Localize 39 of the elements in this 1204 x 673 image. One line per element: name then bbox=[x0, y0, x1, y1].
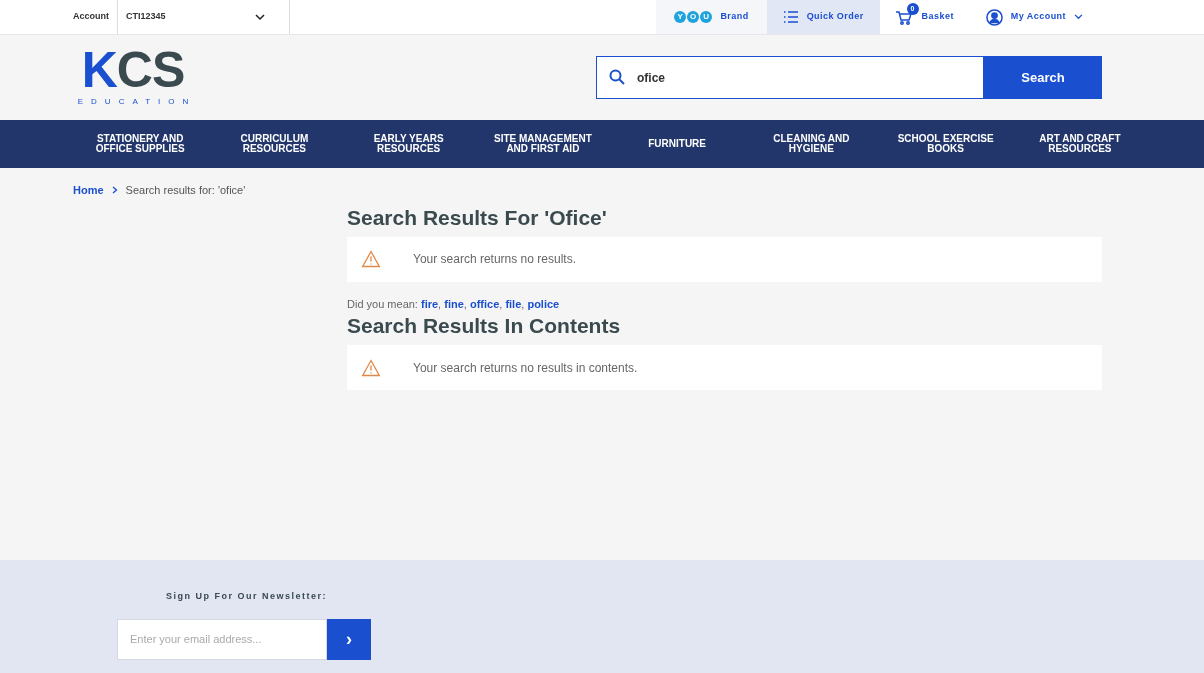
nav-link[interactable]: EARLY YEARS RESOURCES bbox=[341, 134, 476, 154]
list-icon bbox=[782, 11, 799, 23]
no-results-message: Your search returns no results in contents. bbox=[413, 359, 638, 377]
subscribe-button[interactable]: › bbox=[327, 618, 371, 660]
suggestion-link[interactable]: police bbox=[527, 297, 560, 310]
cart-icon bbox=[895, 11, 912, 25]
nav-link[interactable]: FURNITURE bbox=[610, 139, 745, 149]
kcs-logo: KCS EDUCATION bbox=[76, 47, 193, 108]
section-heading: Search Results For 'Ofice' bbox=[347, 204, 608, 231]
newsletter-title: Sign Up For Our Newsletter: bbox=[166, 590, 328, 603]
warning-icon bbox=[360, 249, 382, 269]
nav-link[interactable]: SCHOOL EXERCISE BOOKS bbox=[878, 134, 1013, 154]
search-icon bbox=[609, 69, 625, 85]
chevron-right-icon bbox=[111, 186, 118, 195]
breadcrumb-current: Search results for: 'ofice' bbox=[125, 183, 246, 198]
logo-letter-badge: U bbox=[700, 11, 713, 23]
warning-icon bbox=[360, 357, 382, 378]
did-you-mean-text: Did you mean: fire, fine, office, file, police bbox=[347, 296, 561, 312]
nav-link[interactable]: CLEANING AND HYGIENE bbox=[744, 134, 879, 154]
search-field[interactable]: ofice bbox=[596, 56, 984, 99]
account-label: Account bbox=[73, 10, 110, 24]
chevron-down-icon bbox=[255, 13, 265, 21]
breadcrumb-link[interactable]: Home bbox=[73, 182, 104, 199]
quick-order-link[interactable]: Quick Order bbox=[766, 0, 880, 34]
chevron-down-icon bbox=[1074, 14, 1083, 20]
search-button[interactable]: Search bbox=[984, 56, 1102, 99]
nav-link[interactable]: SITE MANAGEMENT AND FIRST AID bbox=[475, 134, 610, 154]
logo-letter-badge: O bbox=[687, 11, 700, 23]
logo-letter-badge: Y bbox=[674, 11, 687, 23]
nav-link[interactable]: ART AND CRAFT RESOURCES bbox=[1012, 134, 1147, 154]
email-field[interactable]: Enter your email address... bbox=[117, 618, 327, 660]
nav-link[interactable]: CURRICULUM RESOURCES bbox=[207, 134, 342, 154]
section-heading: Search Results In Contents bbox=[347, 313, 622, 339]
user-icon bbox=[985, 8, 1003, 26]
nav-link[interactable]: STATIONERY AND OFFICE SUPPLIES bbox=[73, 134, 208, 154]
account-dropdown[interactable]: CTI12345 bbox=[117, 0, 290, 34]
brand-link[interactable]: Y O U Brand bbox=[656, 0, 767, 34]
suggestion-link[interactable]: fine bbox=[444, 297, 464, 310]
no-results-message: Your search returns no results. bbox=[413, 251, 576, 268]
